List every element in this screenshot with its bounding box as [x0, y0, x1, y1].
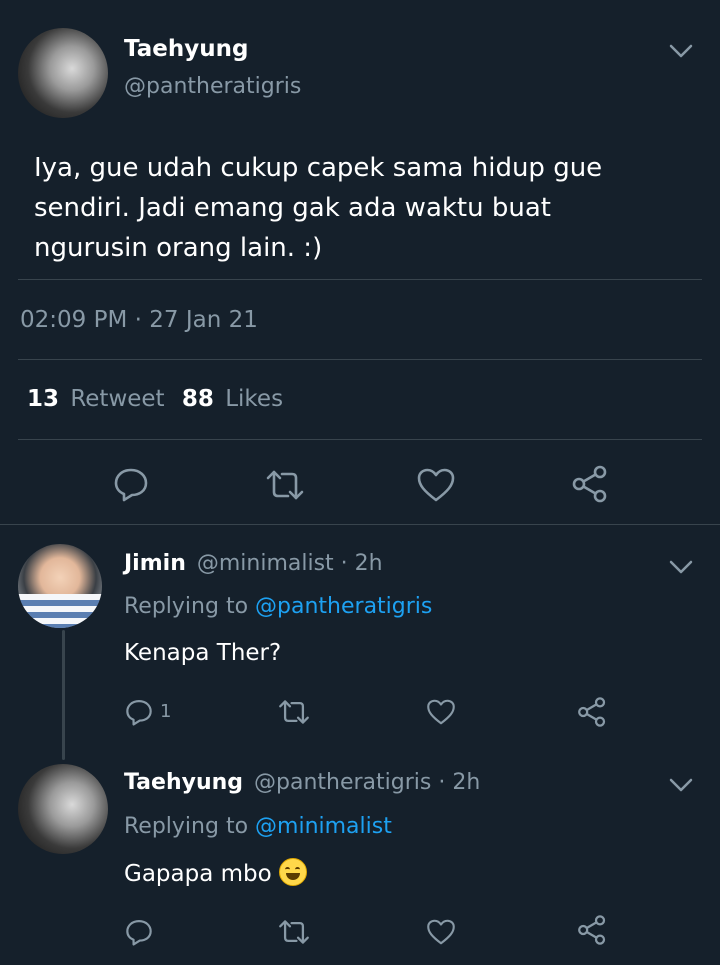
reply-count[interactable]: 1: [160, 701, 171, 722]
divider: [18, 279, 702, 280]
reply-header: Taehyung @pantheratigris · 2h: [124, 770, 480, 795]
avatar[interactable]: [18, 764, 108, 854]
tweet-text: Iya, gue udah cukup capek sama hidup gue…: [34, 148, 694, 268]
share-icon[interactable]: [576, 696, 608, 728]
reply-icon[interactable]: [124, 918, 154, 946]
retweet-count[interactable]: 13: [27, 386, 59, 412]
replying-to-handle[interactable]: @minimalist: [255, 814, 392, 839]
like-label[interactable]: Likes: [225, 386, 283, 412]
engagement-stats: 13 Retweet 88 Likes: [27, 386, 283, 412]
share-icon[interactable]: [576, 914, 608, 946]
share-icon[interactable]: [570, 464, 610, 504]
chevron-down-icon[interactable]: [668, 558, 694, 576]
reply-icon[interactable]: [112, 466, 150, 502]
tweet-text-line: sendiri. Jadi emang gak ada waktu buat: [34, 193, 551, 223]
like-icon[interactable]: [426, 698, 456, 726]
tweet-text-line: Iya, gue udah cukup capek sama hidup gue: [34, 153, 603, 183]
reply-handle-time[interactable]: @minimalist · 2h: [197, 551, 383, 576]
like-icon[interactable]: [426, 918, 456, 946]
author-handle[interactable]: @pantheratigris: [124, 74, 301, 99]
reply-text: Kenapa Ther?: [124, 640, 282, 666]
retweet-icon[interactable]: [264, 468, 306, 502]
replying-to-label: Replying to: [124, 814, 249, 839]
replying-to-handle[interactable]: @pantheratigris: [255, 594, 432, 619]
chevron-down-icon[interactable]: [668, 776, 694, 794]
reply-icon[interactable]: [124, 698, 154, 726]
replying-to: Replying to @pantheratigris: [124, 594, 432, 619]
like-icon[interactable]: [416, 467, 456, 503]
replying-to-label: Replying to: [124, 594, 249, 619]
divider: [18, 359, 702, 360]
reply-text-row: Gapapa mbo: [124, 858, 308, 887]
timestamp[interactable]: 02:09 PM · 27 Jan 21: [20, 307, 258, 333]
tweet-text-line: ngurusin orang lain. :): [34, 233, 323, 263]
avatar[interactable]: [18, 28, 108, 118]
author-name[interactable]: Taehyung: [124, 36, 248, 62]
reply-handle-time[interactable]: @pantheratigris · 2h: [254, 770, 480, 795]
divider: [0, 524, 720, 525]
retweet-icon[interactable]: [277, 918, 311, 946]
reply-header: Jimin @minimalist · 2h: [124, 551, 383, 576]
like-count[interactable]: 88: [182, 386, 214, 412]
grinning-sweat-emoji: [279, 858, 308, 886]
retweet-icon[interactable]: [277, 698, 311, 726]
reply-text: Gapapa mbo: [124, 861, 272, 887]
avatar[interactable]: [18, 544, 102, 628]
reply-author-name[interactable]: Jimin: [124, 551, 186, 576]
replying-to: Replying to @minimalist: [124, 814, 392, 839]
reply-author-name[interactable]: Taehyung: [124, 770, 243, 795]
chevron-down-icon[interactable]: [668, 42, 694, 60]
divider: [18, 439, 702, 440]
retweet-label[interactable]: Retweet: [70, 386, 164, 412]
thread-line: [62, 630, 65, 760]
